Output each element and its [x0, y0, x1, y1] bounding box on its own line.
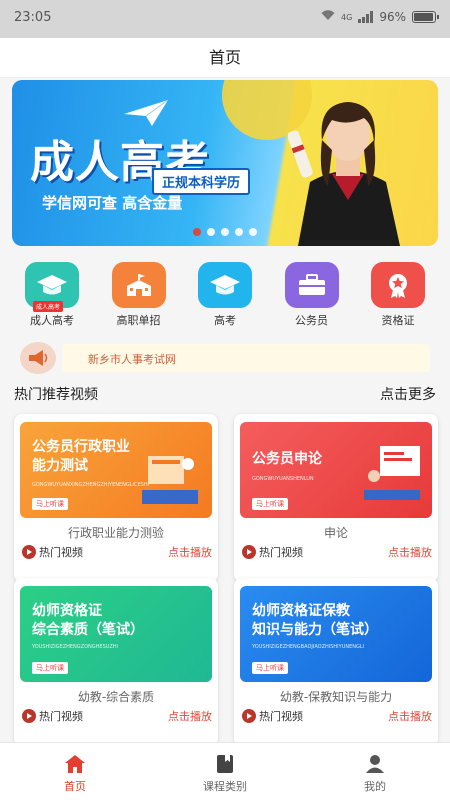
hot-text: 热门视频	[39, 546, 83, 559]
thumbnail-button: 马上听课	[32, 662, 68, 674]
tab-courses[interactable]: 课程类别	[150, 743, 300, 800]
video-thumbnail: 公务员行政职业 能力测试 GONGWUYUANXINGZHENGZHIYENEN…	[20, 422, 212, 518]
megaphone-icon	[20, 342, 56, 374]
play-link[interactable]: 点击播放	[168, 544, 212, 560]
video-thumbnail: 幼师资格证保教 知识与能力（笔试） YOUSHIZIGEZHENGBAOJIAO…	[240, 586, 432, 682]
video-name: 申论	[323, 526, 348, 540]
graduate-photo	[288, 102, 400, 246]
category-certificate[interactable]: 资格证	[358, 256, 438, 328]
thumbnail-subtitle: YOUSHIZIGEZHENGBAOJIAOZHISHIYUNENGLI	[252, 644, 365, 650]
carousel-indicator	[12, 228, 438, 236]
play-circle-icon	[22, 545, 36, 559]
play-circle-icon	[242, 709, 256, 723]
status-bar: 23:05 4G 96%	[0, 0, 450, 38]
category-label: 成人高考	[30, 314, 74, 327]
thumbnail-title: 幼师资格证 综合素质（笔试）	[32, 603, 144, 638]
paper-plane-icon	[124, 99, 169, 126]
category-label: 资格证	[381, 314, 415, 327]
video-card[interactable]: 幼师资格证保教 知识与能力（笔试） YOUSHIZIGEZHENGBAOJIAO…	[234, 578, 438, 746]
home-icon	[0, 753, 150, 775]
network-label: 4G	[341, 12, 353, 22]
category-label: 公务员	[295, 314, 328, 327]
thumbnail-title: 幼师资格证保教 知识与能力（笔试）	[252, 603, 378, 638]
thumbnail-title: 公务员行政职业 能力测试	[32, 439, 130, 474]
video-card[interactable]: 公务员申论 GONGWUYUANSHENLUN 马上听课 申论 热门视频 点击播…	[234, 414, 438, 582]
status-time: 23:05	[14, 10, 52, 25]
presentation-illustration	[364, 446, 420, 500]
category-badge: 成人高考	[33, 301, 64, 312]
thumbnail-button: 马上听课	[32, 498, 68, 510]
certificate-badge-icon	[371, 262, 425, 308]
video-footer: 热门视频 点击播放	[22, 544, 212, 560]
hot-label: 热门视频	[22, 544, 83, 560]
video-thumbnail: 公务员申论 GONGWUYUANSHENLUN 马上听课	[240, 422, 432, 518]
tab-label: 我的	[364, 780, 386, 793]
hot-videos-header: 热门推荐视频 点击更多	[14, 384, 436, 404]
video-name: 幼教-综合素质	[77, 690, 155, 704]
hot-text: 热门视频	[39, 710, 83, 723]
battery-icon	[412, 11, 439, 23]
video-card[interactable]: 幼师资格证 综合素质（笔试） YOUSHIZIGEZHENGZONGHESUZH…	[14, 578, 218, 746]
book-icon	[150, 753, 300, 775]
hot-label: 热门视频	[242, 544, 303, 560]
video-footer: 热门视频 点击播放	[242, 708, 432, 724]
battery-percent: 96%	[379, 10, 406, 24]
status-right: 4G 96%	[321, 10, 439, 24]
video-card[interactable]: 公务员行政职业 能力测试 GONGWUYUANXINGZHENGZHIYENEN…	[14, 414, 218, 582]
page-title: 首页	[0, 38, 450, 78]
hot-label: 热门视频	[22, 708, 83, 724]
tab-home[interactable]: 首页	[0, 743, 150, 800]
video-name: 行政职业能力测验	[67, 526, 164, 540]
thumbnail-button: 马上听课	[252, 498, 288, 510]
user-icon	[300, 753, 450, 775]
hot-text: 热门视频	[259, 710, 303, 723]
video-name: 幼教-保教知识与能力	[279, 690, 393, 704]
thumbnail-subtitle: YOUSHIZIGEZHENGZONGHESUZHI	[32, 644, 118, 650]
category-grid: 成人高考 成人高考 高职单招 高考 公务员 资格证	[12, 256, 438, 328]
play-circle-icon	[242, 545, 256, 559]
wifi-icon	[321, 10, 335, 24]
banner-subtitle: 学信网可查 高含金量	[42, 194, 183, 212]
banner-tag: 正规本科学历	[152, 168, 251, 195]
category-gaokao[interactable]: 高考	[185, 256, 265, 328]
play-link[interactable]: 点击播放	[168, 708, 212, 724]
section-title: 热门推荐视频	[14, 387, 98, 403]
thumbnail-button: 马上听课	[252, 662, 288, 674]
briefcase-icon	[284, 262, 339, 308]
tab-profile[interactable]: 我的	[300, 743, 450, 800]
promo-banner[interactable]: 成人高考 正规本科学历 学信网可查 高含金量	[12, 80, 438, 246]
more-link[interactable]: 点击更多	[380, 384, 436, 404]
video-footer: 热门视频 点击播放	[242, 544, 432, 560]
bottom-tab-bar: 首页 课程类别 我的	[0, 742, 450, 800]
carousel-dot[interactable]	[249, 228, 257, 236]
notice-bar[interactable]: 新乡市人事考试网	[20, 340, 430, 376]
hot-text: 热门视频	[259, 546, 303, 559]
tab-label: 首页	[64, 780, 86, 793]
category-label: 高考	[214, 314, 236, 327]
category-label: 高职单招	[116, 314, 161, 327]
category-civil-servant[interactable]: 公务员	[272, 256, 352, 328]
carousel-dot[interactable]	[235, 228, 243, 236]
school-building-icon	[111, 262, 166, 308]
category-adult-exam[interactable]: 成人高考 成人高考	[12, 256, 92, 328]
play-link[interactable]: 点击播放	[388, 708, 432, 724]
thumbnail-title: 公务员申论	[252, 451, 322, 467]
notice-text: 新乡市人事考试网	[88, 353, 176, 366]
graduation-cap-icon: 成人高考	[25, 262, 79, 312]
carousel-dot[interactable]	[193, 228, 201, 236]
video-thumbnail: 幼师资格证 综合素质（笔试） YOUSHIZIGEZHENGZONGHESUZH…	[20, 586, 212, 682]
study-illustration	[142, 456, 198, 504]
signal-icon	[358, 11, 374, 23]
thumbnail-subtitle: GONGWUYUANXINGZHENGZHIYENENGLICESHI	[32, 482, 150, 488]
play-link[interactable]: 点击播放	[388, 544, 432, 560]
carousel-dot[interactable]	[221, 228, 229, 236]
tab-label: 课程类别	[203, 780, 247, 793]
video-footer: 热门视频 点击播放	[22, 708, 212, 724]
play-circle-icon	[22, 709, 36, 723]
graduation-cap-icon	[198, 262, 252, 308]
carousel-dot[interactable]	[207, 228, 215, 236]
thumbnail-subtitle: GONGWUYUANSHENLUN	[252, 476, 314, 482]
category-vocational[interactable]: 高职单招	[99, 256, 179, 328]
hot-label: 热门视频	[242, 708, 303, 724]
